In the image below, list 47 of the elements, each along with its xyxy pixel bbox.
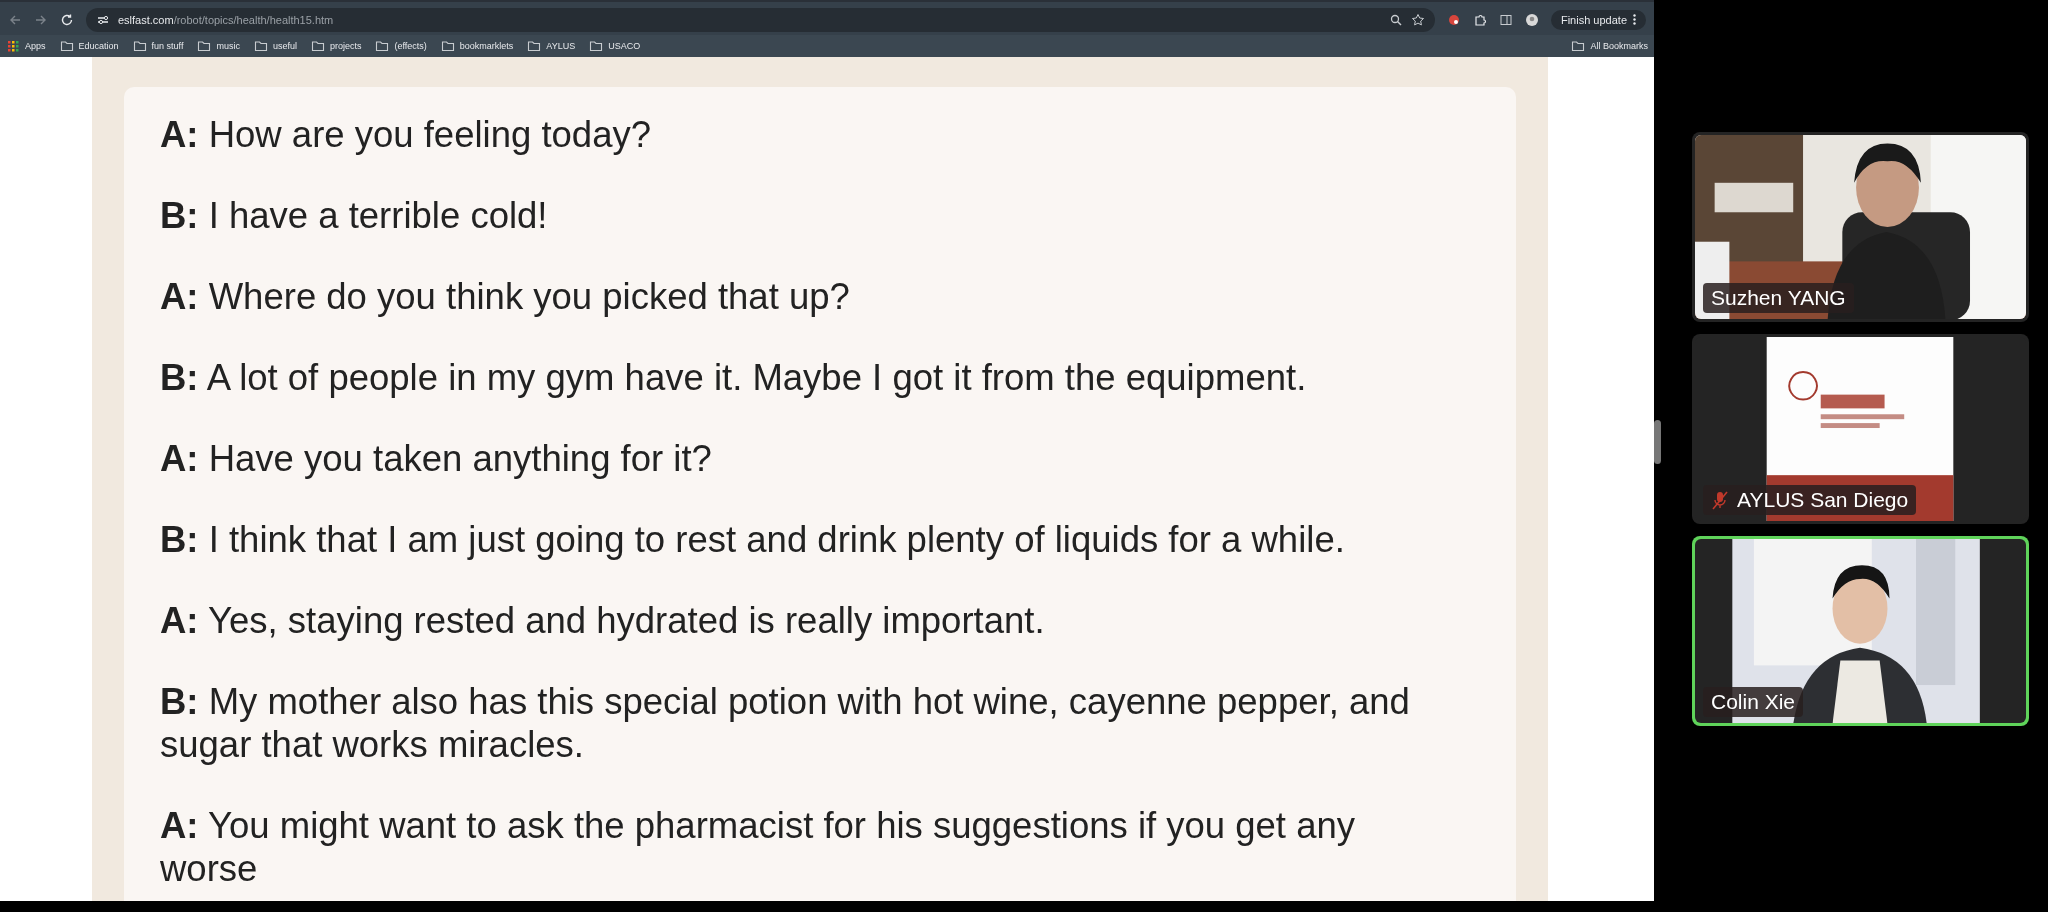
folder-icon	[375, 39, 390, 53]
bookmark-link[interactable]: projects	[310, 39, 362, 53]
folder-icon	[440, 39, 455, 53]
dialogue-line: A: Yes, staying rested and hydrated is really important.	[160, 599, 1046, 642]
dialogue-line: A: Have you taken anything for it?	[160, 437, 713, 480]
folder-icon	[1571, 39, 1586, 53]
bookmark-link[interactable]: Apps	[6, 39, 46, 53]
url-path: /robot/topics/health/health15.htm	[173, 13, 334, 26]
finish-update-button[interactable]: Finish update	[1550, 9, 1646, 30]
dialogue-line: A: You might want to ask the pharmacist for his suggestions if you get any worse	[160, 804, 1356, 890]
bookmark-link[interactable]: AYLUS	[527, 39, 576, 53]
folder-icon	[589, 39, 604, 53]
dialogue-line: B: I have a terrible cold!	[160, 194, 549, 237]
bookmark-link[interactable]: bookmarklets	[440, 39, 514, 53]
profile-avatar-icon[interactable]	[1524, 12, 1539, 27]
address-bar[interactable]: eslfast.com/robot/topics/health/health15.htm	[86, 7, 1435, 32]
folder-icon	[253, 39, 268, 53]
participant-name: AYLUS San Diego	[1737, 488, 1909, 512]
apps-grid-icon	[6, 39, 20, 53]
folder-icon	[132, 39, 147, 53]
bookmark-link[interactable]: (effects)	[375, 39, 427, 53]
dialogue-line: B: A lot of people in my gym have it. Maybe I got it from the equipment.	[160, 356, 1308, 399]
bookmark-link[interactable]: fun stuff	[132, 39, 184, 53]
bookmark-link[interactable]: USACO	[589, 39, 641, 53]
extension-icon[interactable]	[1446, 12, 1461, 27]
bookmark-link[interactable]: useful	[253, 39, 297, 53]
folder-icon	[527, 39, 542, 53]
folder-icon	[310, 39, 325, 53]
participant-name: Colin Xie	[1711, 690, 1796, 714]
bookmark-link[interactable]: music	[197, 39, 240, 53]
dialogue-line: A: How are you feeling today?	[160, 113, 652, 156]
participant-name: Suzhen YANG	[1711, 286, 1846, 310]
dialogue-line: A: Where do you think you picked that up?	[160, 275, 851, 318]
more-menu-icon[interactable]	[1633, 14, 1636, 25]
star-icon[interactable]	[1410, 12, 1425, 27]
all-bookmarks-link[interactable]: All Bookmarks	[1571, 39, 1648, 53]
folder-icon	[59, 39, 74, 53]
side-panel-icon[interactable]	[1498, 12, 1513, 27]
zoom-icon[interactable]	[1388, 12, 1403, 27]
folder-icon	[197, 39, 212, 53]
dialogue-line: B: My mother also has this special potion with hot wine, cayenne pepper, and sugar that works miracles.	[160, 680, 1410, 766]
bookmark-link[interactable]: Education	[59, 39, 119, 53]
scrollbar-thumb[interactable]	[1654, 420, 1661, 464]
reload-icon[interactable]	[60, 12, 74, 27]
url-host: eslfast.com	[118, 13, 174, 26]
puzzle-icon[interactable]	[1472, 12, 1487, 27]
dialogue-line: B: I think that I am just going to rest and drink plenty of liquids for a while.	[160, 518, 1346, 561]
